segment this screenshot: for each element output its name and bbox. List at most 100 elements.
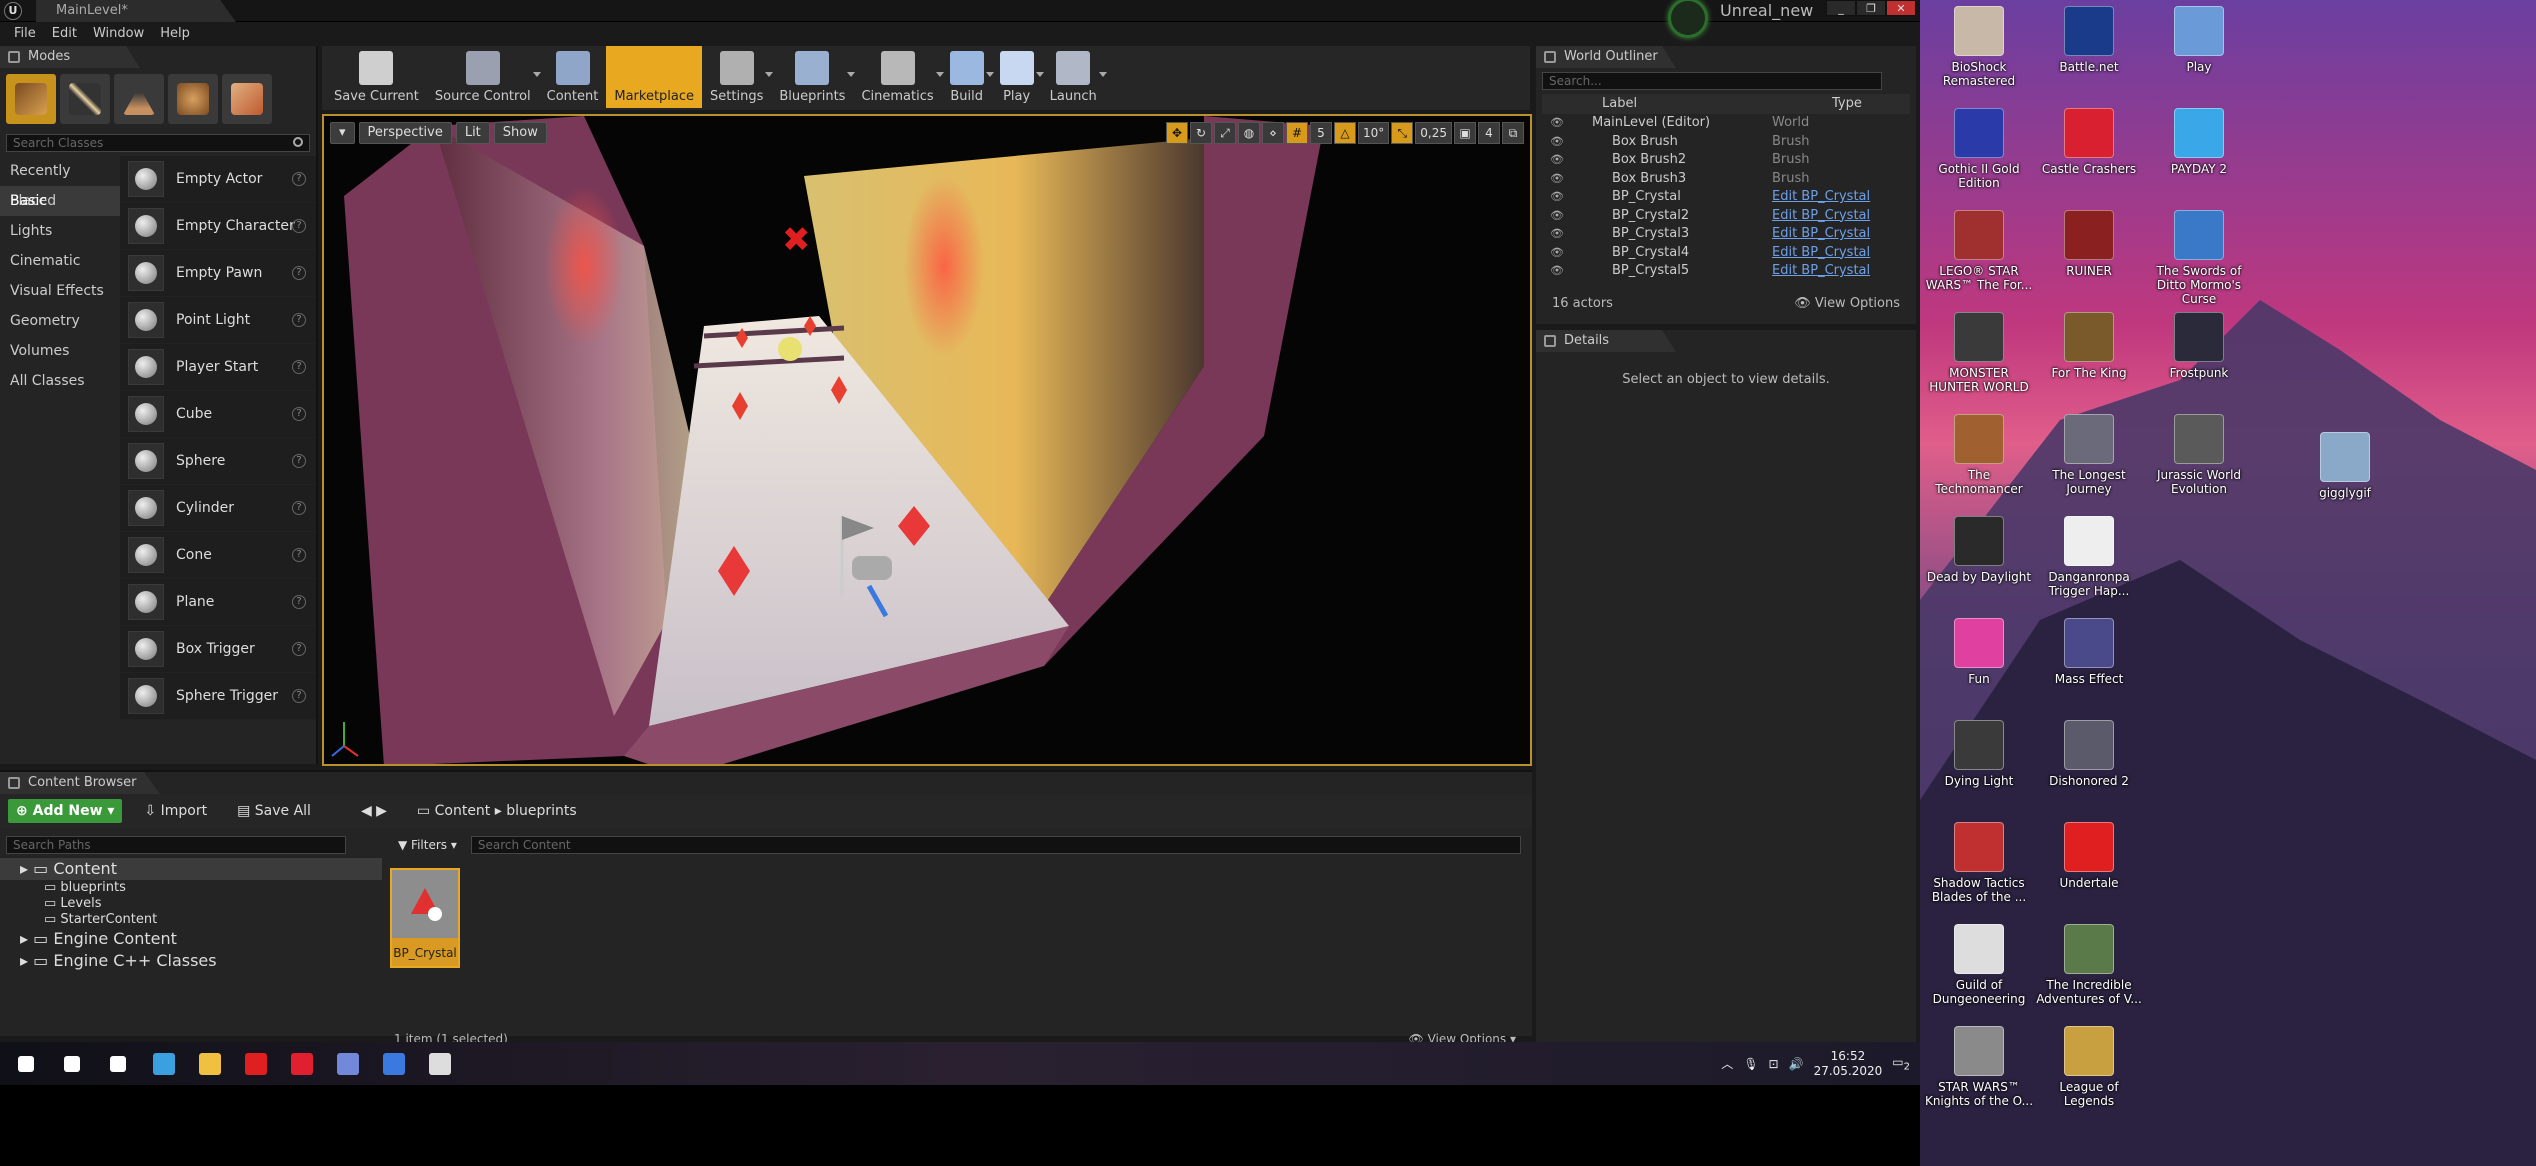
menu-window[interactable]: Window [85, 24, 152, 46]
import-button[interactable]: ⇩ Import [136, 799, 215, 823]
help-icon[interactable]: ? [292, 360, 306, 374]
help-icon[interactable]: ? [292, 219, 306, 233]
class-item-sphere[interactable]: Sphere? [120, 438, 316, 485]
visibility-eye-icon[interactable]: 👁 [1542, 114, 1572, 133]
desktop-icon-frostpunk[interactable]: Frostpunk [2144, 312, 2254, 380]
class-item-point-light[interactable]: Point Light? [120, 297, 316, 344]
help-icon[interactable]: ? [292, 313, 306, 327]
column-type[interactable]: Type [1832, 94, 1862, 114]
camera-speed-value[interactable]: 4 [1478, 122, 1500, 144]
edit-blueprint-link[interactable]: Edit BP_Crystal [1772, 225, 1870, 244]
desktop-icon-dying-light[interactable]: Dying Light [1924, 720, 2034, 788]
outliner-row[interactable]: 👁 BP_Crystal2 Edit BP_Crystal [1542, 207, 1910, 226]
modes-tab[interactable]: Modes [0, 46, 140, 68]
help-icon[interactable]: ? [292, 501, 306, 515]
back-forward-buttons[interactable]: ◀ ▶ [353, 799, 395, 823]
visibility-eye-icon[interactable]: 👁 [1542, 133, 1572, 152]
help-icon[interactable]: ? [292, 172, 306, 186]
taskbar-store-button[interactable] [144, 1046, 184, 1082]
content-browser-tab[interactable]: Content Browser [0, 772, 160, 794]
visibility-eye-icon[interactable]: 👁 [1542, 188, 1572, 207]
maximize-button[interactable]: ❐ [1856, 0, 1886, 16]
microphone-icon[interactable]: 🎙 [1743, 1057, 1758, 1071]
network-icon[interactable]: ⊡ [1769, 1057, 1779, 1071]
category-geometry[interactable]: Geometry [0, 306, 120, 336]
visibility-eye-icon[interactable]: 👁 [1542, 207, 1572, 226]
outliner-row[interactable]: 👁 MainLevel (Editor) World [1542, 114, 1910, 133]
foliage-mode-button[interactable] [168, 74, 218, 124]
rotation-snap-icon[interactable]: △ [1334, 122, 1356, 144]
desktop-icon-star-wars-knights-of-the-o[interactable]: STAR WARS™ Knights of the O... [1924, 1026, 2034, 1108]
scale-tool-icon[interactable]: ⤢ [1214, 122, 1236, 144]
desktop-icon-the-technomancer[interactable]: The Technomancer [1924, 414, 2034, 496]
desktop-icon-dead-by-daylight[interactable]: Dead by Daylight [1924, 516, 2034, 584]
desktop-icon-the-swords-of-ditto-mormo-s-curse[interactable]: The Swords of Ditto Mormo's Curse [2144, 210, 2254, 306]
settings-button[interactable]: Settings [702, 46, 774, 108]
add-new-button[interactable]: ⊕ Add New ▾ [8, 799, 123, 823]
class-item-plane[interactable]: Plane? [120, 579, 316, 626]
class-item-sphere-trigger[interactable]: Sphere Trigger? [120, 673, 316, 720]
help-icon[interactable]: ? [292, 407, 306, 421]
outliner-view-options[interactable]: 👁 View Options [1794, 294, 1900, 314]
desktop-icon-fun[interactable]: Fun [1924, 618, 2034, 686]
taskbar-maps-button[interactable] [374, 1046, 414, 1082]
outliner-row[interactable]: 👁 BP_Crystal3 Edit BP_Crystal [1542, 225, 1910, 244]
taskbar-opera-button[interactable] [282, 1046, 322, 1082]
desktop-icon-lego-star-wars-the-for[interactable]: LEGO® STAR WARS™ The For... [1924, 210, 2034, 292]
desktop-icon-gigglygif[interactable]: gigglygif [2290, 432, 2400, 500]
viewport-options-button[interactable]: ▾ [330, 122, 355, 144]
notifications-icon[interactable]: ▭2 [1892, 1055, 1910, 1072]
column-label[interactable]: Label [1602, 94, 1832, 114]
visibility-eye-icon[interactable]: 👁 [1542, 244, 1572, 263]
class-item-empty-actor[interactable]: Empty Actor? [120, 156, 316, 203]
menu-edit[interactable]: Edit [44, 24, 85, 46]
launch-button[interactable]: Launch [1042, 46, 1107, 108]
category-lights[interactable]: Lights [0, 216, 120, 246]
category-recently-placed[interactable]: Recently Placed [0, 156, 120, 209]
help-icon[interactable]: ? [292, 642, 306, 656]
world-outliner-tab[interactable]: World Outliner [1536, 46, 1676, 68]
desktop-icon-monster-hunter-world[interactable]: MONSTER HUNTER WORLD [1924, 312, 2034, 394]
desktop-icon-undertale[interactable]: Undertale [2034, 822, 2144, 890]
desktop-icon-league-of-legends[interactable]: League of Legends [2034, 1026, 2144, 1108]
category-visual-effects[interactable]: Visual Effects [0, 276, 120, 306]
outliner-row[interactable]: 👁 BP_Crystal4 Edit BP_Crystal [1542, 244, 1910, 263]
source-control-button[interactable]: Source Control [427, 46, 541, 108]
taskbar-search-button[interactable] [52, 1046, 92, 1082]
search-content-input[interactable]: Search Content [470, 836, 1521, 854]
volume-icon[interactable]: 🔊 [1789, 1057, 1804, 1071]
desktop-icon-mass-effect[interactable]: Mass Effect [2034, 618, 2144, 686]
tray-chevron-icon[interactable]: ︿ [1721, 1055, 1733, 1072]
folder-engine-c-classes[interactable]: ▸ ▭ Engine C++ Classes [0, 950, 382, 972]
help-icon[interactable]: ? [292, 595, 306, 609]
breadcrumb-content[interactable]: Content [435, 803, 491, 819]
help-icon[interactable]: ? [292, 548, 306, 562]
marketplace-button[interactable]: Marketplace [606, 46, 703, 108]
taskbar-discord-button[interactable] [328, 1046, 368, 1082]
taskbar-netflix-button[interactable] [236, 1046, 276, 1082]
outliner-row[interactable]: 👁 BP_Crystal5 Edit BP_Crystal [1542, 262, 1910, 281]
menu-help[interactable]: Help [152, 24, 198, 46]
class-item-cone[interactable]: Cone? [120, 532, 316, 579]
visibility-eye-icon[interactable]: 👁 [1542, 225, 1572, 244]
content-button[interactable]: Content [539, 46, 607, 108]
outliner-row[interactable]: 👁 BP_Crystal Edit BP_Crystal [1542, 188, 1910, 207]
desktop-icon-ruiner[interactable]: RUINER [2034, 210, 2144, 278]
desktop-icon-shadow-tactics-blades-of-the[interactable]: Shadow Tactics Blades of the ... [1924, 822, 2034, 904]
folder-engine-content[interactable]: ▸ ▭ Engine Content [0, 928, 382, 950]
level-tab[interactable]: MainLevel* [36, 0, 236, 22]
details-tab[interactable]: Details [1536, 330, 1676, 352]
edit-blueprint-link[interactable]: Edit BP_Crystal [1772, 262, 1870, 281]
lit-button[interactable]: Lit [455, 122, 490, 144]
class-item-cube[interactable]: Cube? [120, 391, 316, 438]
desktop-icon-castle-crashers[interactable]: Castle Crashers [2034, 108, 2144, 176]
build-button[interactable]: Build [942, 46, 994, 108]
folder-levels[interactable]: ▭ Levels [0, 896, 382, 912]
class-item-empty-character[interactable]: Empty Character? [120, 203, 316, 250]
category-cinematic[interactable]: Cinematic [0, 246, 120, 276]
folder-startercontent[interactable]: ▭ StarterContent [0, 912, 382, 928]
desktop-icon-danganronpa-trigger-hap[interactable]: Danganronpa Trigger Hap... [2034, 516, 2144, 598]
edit-blueprint-link[interactable]: Edit BP_Crystal [1772, 188, 1870, 207]
translate-tool-icon[interactable]: ✥ [1166, 122, 1188, 144]
outliner-row[interactable]: 👁 Box Brush3 Brush [1542, 170, 1910, 189]
